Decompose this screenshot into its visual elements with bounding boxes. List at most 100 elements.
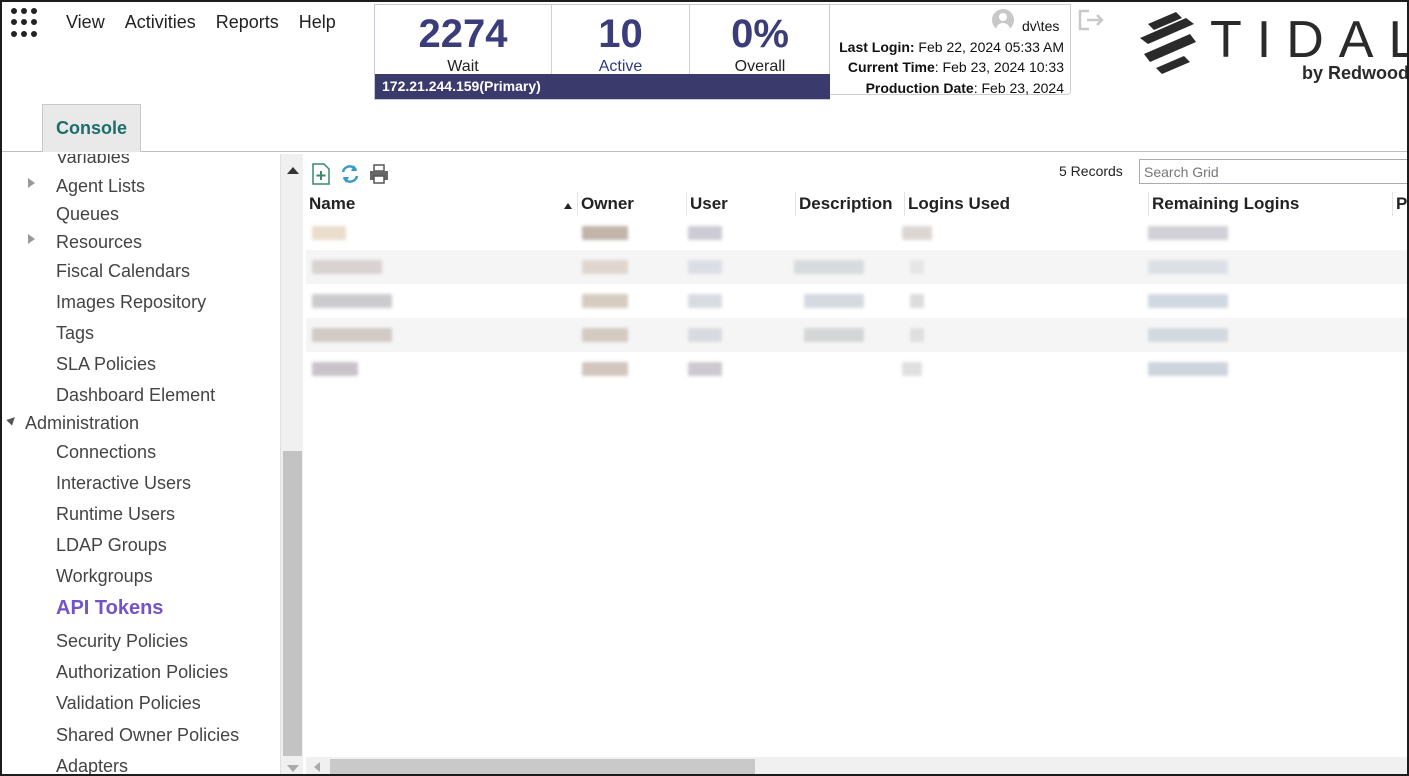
redacted-cell xyxy=(1148,294,1228,308)
overall-percent: 0% xyxy=(731,12,789,56)
sidebar-item-tags[interactable]: Tags xyxy=(56,323,94,344)
search-grid-input[interactable] xyxy=(1139,159,1407,184)
redacted-cell xyxy=(688,294,722,308)
sidebar-item-interactive-users[interactable]: Interactive Users xyxy=(56,473,191,494)
redacted-cell xyxy=(1148,362,1228,376)
sidebar-item-fiscal-calendars[interactable]: Fiscal Calendars xyxy=(56,261,190,282)
redacted-cell xyxy=(910,328,924,342)
table-row[interactable] xyxy=(306,318,1407,352)
last-login: Last Login: Feb 22, 2024 05:33 AM xyxy=(839,39,1064,55)
job-stats-panel: 2274 Wait 10 Active 0% Overall 172.21.24… xyxy=(374,4,830,100)
wait-stat[interactable]: 2274 Wait xyxy=(375,5,552,75)
last-login-value: Feb 22, 2024 05:33 AM xyxy=(914,39,1064,55)
tab-bar: Console xyxy=(2,102,1407,152)
sidebar-item-resources[interactable]: Resources xyxy=(56,232,142,253)
refresh-icon[interactable] xyxy=(339,162,361,186)
redacted-cell xyxy=(1148,328,1228,342)
active-stat[interactable]: 10 Active xyxy=(552,5,690,75)
sidebar-scroll-thumb[interactable] xyxy=(283,451,302,756)
sidebar-item-administration[interactable]: Administration xyxy=(25,413,139,434)
redacted-cell xyxy=(688,362,722,376)
production-date: Production Date: Feb 23, 2024 xyxy=(866,80,1064,96)
sidebar-item-validation-policies[interactable]: Validation Policies xyxy=(56,693,201,714)
app-grid-icon[interactable] xyxy=(11,8,41,38)
column-header-name[interactable]: Name xyxy=(306,192,576,216)
sidebar-item-queues[interactable]: Queues xyxy=(56,204,119,225)
tidal-logo: TIDAL by Redwood xyxy=(1138,8,1409,88)
app-window: View Activities Reports Help 2274 Wait 1… xyxy=(0,0,1409,776)
redacted-cell xyxy=(910,260,924,274)
column-header-name-label: Name xyxy=(309,194,356,213)
sidebar-item-variables[interactable]: Variables xyxy=(56,154,130,168)
table-row[interactable] xyxy=(306,352,1407,386)
column-header-truncated[interactable]: Pr xyxy=(1392,192,1407,216)
table-row[interactable] xyxy=(306,216,1407,250)
sidebar-item-adapters[interactable]: Adapters xyxy=(56,756,128,774)
redacted-cell xyxy=(902,362,922,376)
redacted-cell xyxy=(804,294,864,308)
grid-scroll-thumb[interactable] xyxy=(330,759,755,774)
print-icon[interactable] xyxy=(368,162,390,186)
sidebar-scrollbar[interactable] xyxy=(280,154,303,774)
overall-stat[interactable]: 0% Overall xyxy=(690,5,830,75)
main-menu: View Activities Reports Help xyxy=(66,12,356,33)
column-header-remaining-logins[interactable]: Remaining Logins xyxy=(1148,192,1390,216)
sidebar-item-ldap-groups[interactable]: LDAP Groups xyxy=(56,535,167,556)
add-icon[interactable] xyxy=(310,162,332,186)
grid-horizontal-scrollbar[interactable] xyxy=(306,757,1407,774)
redacted-cell xyxy=(582,226,628,240)
menu-activities[interactable]: Activities xyxy=(125,12,196,33)
sidebar-item-agent-lists[interactable]: Agent Lists xyxy=(56,176,145,197)
scroll-up-icon[interactable] xyxy=(287,167,299,174)
column-header-logins-used[interactable]: Logins Used xyxy=(904,192,1146,216)
scroll-down-icon[interactable] xyxy=(287,765,299,772)
expand-resources-icon[interactable] xyxy=(28,234,35,244)
column-header-user[interactable]: User xyxy=(686,192,794,216)
redacted-cell xyxy=(312,328,392,342)
sort-ascending-icon[interactable] xyxy=(564,203,572,209)
sidebar-item-shared-owner-policies[interactable]: Shared Owner Policies xyxy=(56,725,239,746)
redacted-cell xyxy=(1148,260,1228,274)
user-name[interactable]: dv\tes xyxy=(1022,18,1059,34)
current-time-value: : Feb 23, 2024 10:33 xyxy=(934,59,1064,75)
logo-subtitle: by Redwood xyxy=(1302,63,1409,83)
tab-console[interactable]: Console xyxy=(42,104,141,152)
redacted-cell xyxy=(794,260,864,274)
column-header-owner[interactable]: Owner xyxy=(577,192,685,216)
sidebar-item-sla-policies[interactable]: SLA Policies xyxy=(56,354,156,375)
redacted-cell xyxy=(582,328,628,342)
sidebar-item-security-policies[interactable]: Security Policies xyxy=(56,631,188,652)
sidebar-item-workgroups[interactable]: Workgroups xyxy=(56,566,153,587)
table-row[interactable] xyxy=(306,284,1407,318)
current-time: Current Time: Feb 23, 2024 10:33 xyxy=(848,59,1064,75)
redacted-cell xyxy=(582,294,628,308)
sidebar-item-images-repository[interactable]: Images Repository xyxy=(56,292,206,313)
menu-view[interactable]: View xyxy=(66,12,105,33)
overall-label: Overall xyxy=(734,58,786,75)
menu-reports[interactable]: Reports xyxy=(216,12,279,33)
last-login-label: Last Login: xyxy=(839,39,915,55)
collapse-administration-icon[interactable] xyxy=(6,414,18,426)
redacted-cell xyxy=(688,328,722,342)
logout-icon[interactable] xyxy=(1077,8,1107,32)
menu-help[interactable]: Help xyxy=(299,12,336,33)
expand-agent-lists-icon[interactable] xyxy=(28,178,35,188)
redacted-cell xyxy=(804,328,864,342)
sidebar-item-api-tokens[interactable]: API Tokens xyxy=(56,597,163,620)
user-info-panel: dv\tes Last Login: Feb 22, 2024 05:33 AM… xyxy=(830,4,1071,96)
table-row[interactable] xyxy=(306,250,1407,284)
tidal-logo-mark-icon xyxy=(1140,12,1196,74)
record-count: 5 Records xyxy=(1059,163,1123,179)
redacted-cell xyxy=(582,362,628,376)
wait-count: 2274 xyxy=(418,12,508,56)
user-avatar-icon[interactable] xyxy=(992,9,1014,31)
scroll-left-icon[interactable] xyxy=(314,762,320,772)
grid-body xyxy=(306,216,1407,382)
sidebar-item-runtime-users[interactable]: Runtime Users xyxy=(56,504,175,525)
sidebar-item-authorization-policies[interactable]: Authorization Policies xyxy=(56,662,228,683)
grid-header: Name Owner User Description Logins Used … xyxy=(306,192,1407,216)
sidebar-item-dashboard-element[interactable]: Dashboard Element xyxy=(56,385,215,406)
sidebar-item-connections[interactable]: Connections xyxy=(56,442,156,463)
redacted-cell xyxy=(312,362,358,376)
column-header-description[interactable]: Description xyxy=(795,192,903,216)
